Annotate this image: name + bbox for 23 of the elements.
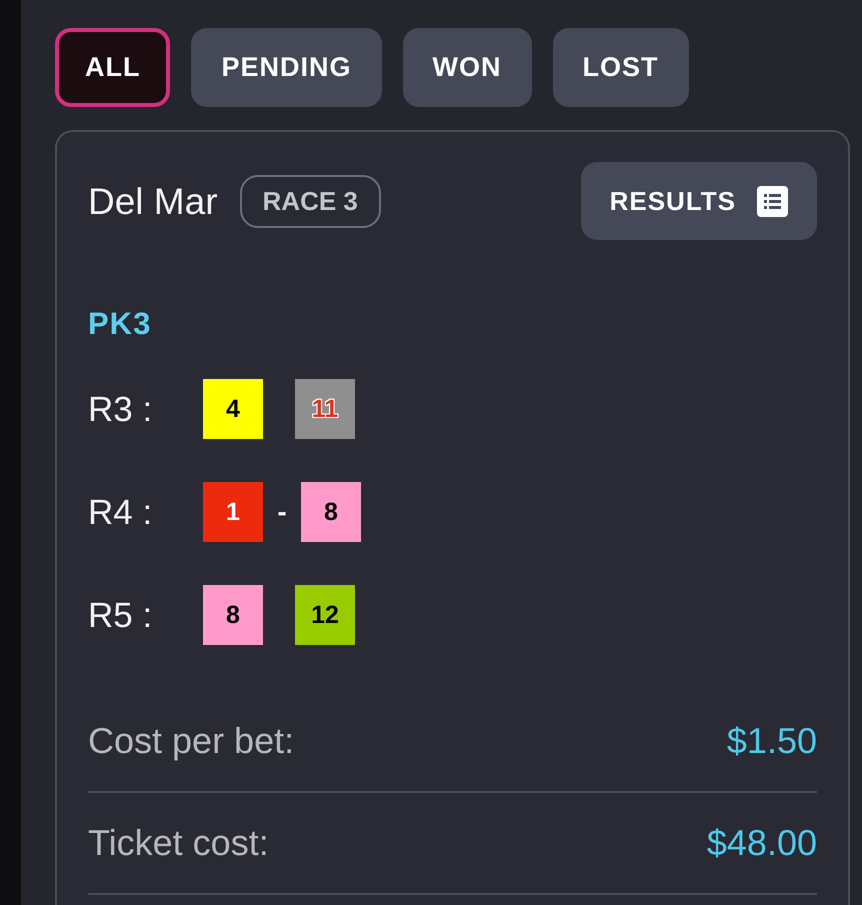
saddle-number: 1 <box>226 500 240 524</box>
saddle-number: 8 <box>226 602 240 628</box>
saddle-number: 11 <box>312 396 338 422</box>
results-button[interactable]: RESULTS <box>580 162 817 240</box>
race-leg-label: R5 : <box>88 598 154 632</box>
filter-tab[interactable]: PENDING <box>191 28 382 107</box>
track-name: Del Mar <box>88 182 218 220</box>
race-badge: RACE 3 <box>240 174 381 228</box>
race-leg-label: R4 : <box>88 494 154 530</box>
filter-tab[interactable]: WON <box>402 28 532 107</box>
bet-type: PK3 <box>88 308 152 339</box>
saddle-number: 8 <box>324 500 338 524</box>
saddle-number: 4 <box>226 396 240 422</box>
cost-label: Ticket cost: <box>88 821 269 865</box>
cost-value: $1.50 <box>726 719 817 763</box>
cost-value: $48.00 <box>706 821 817 865</box>
filter-tab[interactable]: ALL <box>55 28 170 107</box>
cost-label: Cost per bet: <box>88 719 294 763</box>
saddle-number: 12 <box>311 602 339 628</box>
list-icon <box>757 186 788 216</box>
race-leg-label: R3 : <box>88 392 154 426</box>
filter-tab[interactable]: LOST <box>552 28 688 107</box>
range-dash: - <box>276 498 288 526</box>
